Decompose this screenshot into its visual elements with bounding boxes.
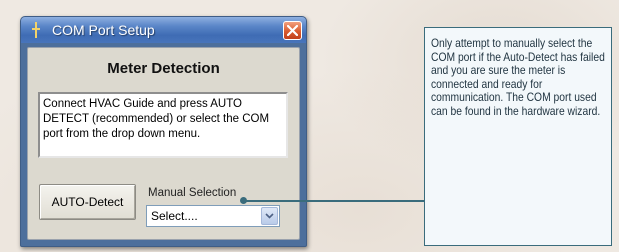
help-callout: Only attempt to manually select the COM …	[424, 27, 612, 246]
select-value: Select....	[151, 209, 198, 223]
dialog-body: Meter Detection Connect HVAC Guide and p…	[27, 47, 300, 240]
instructions-text: Connect HVAC Guide and press AUTO DETECT…	[38, 92, 288, 158]
app-icon	[31, 22, 41, 38]
com-port-setup-window: COM Port Setup Meter Detection Connect H…	[20, 16, 307, 247]
dropdown-button[interactable]	[261, 207, 278, 225]
manual-selection-label: Manual Selection	[148, 187, 237, 199]
close-button[interactable]	[283, 21, 302, 40]
callout-text: Only attempt to manually select the COM …	[431, 36, 605, 118]
section-heading: Meter Detection	[107, 60, 220, 77]
callout-connector	[243, 200, 424, 202]
window-title: COM Port Setup	[52, 22, 155, 38]
auto-detect-button[interactable]: AUTO-Detect	[39, 184, 136, 220]
close-icon	[287, 25, 298, 36]
com-port-select[interactable]: Select....	[146, 205, 280, 227]
chevron-down-icon	[265, 213, 274, 219]
title-bar[interactable]: COM Port Setup	[21, 17, 306, 43]
callout-connector-dot	[240, 197, 247, 204]
